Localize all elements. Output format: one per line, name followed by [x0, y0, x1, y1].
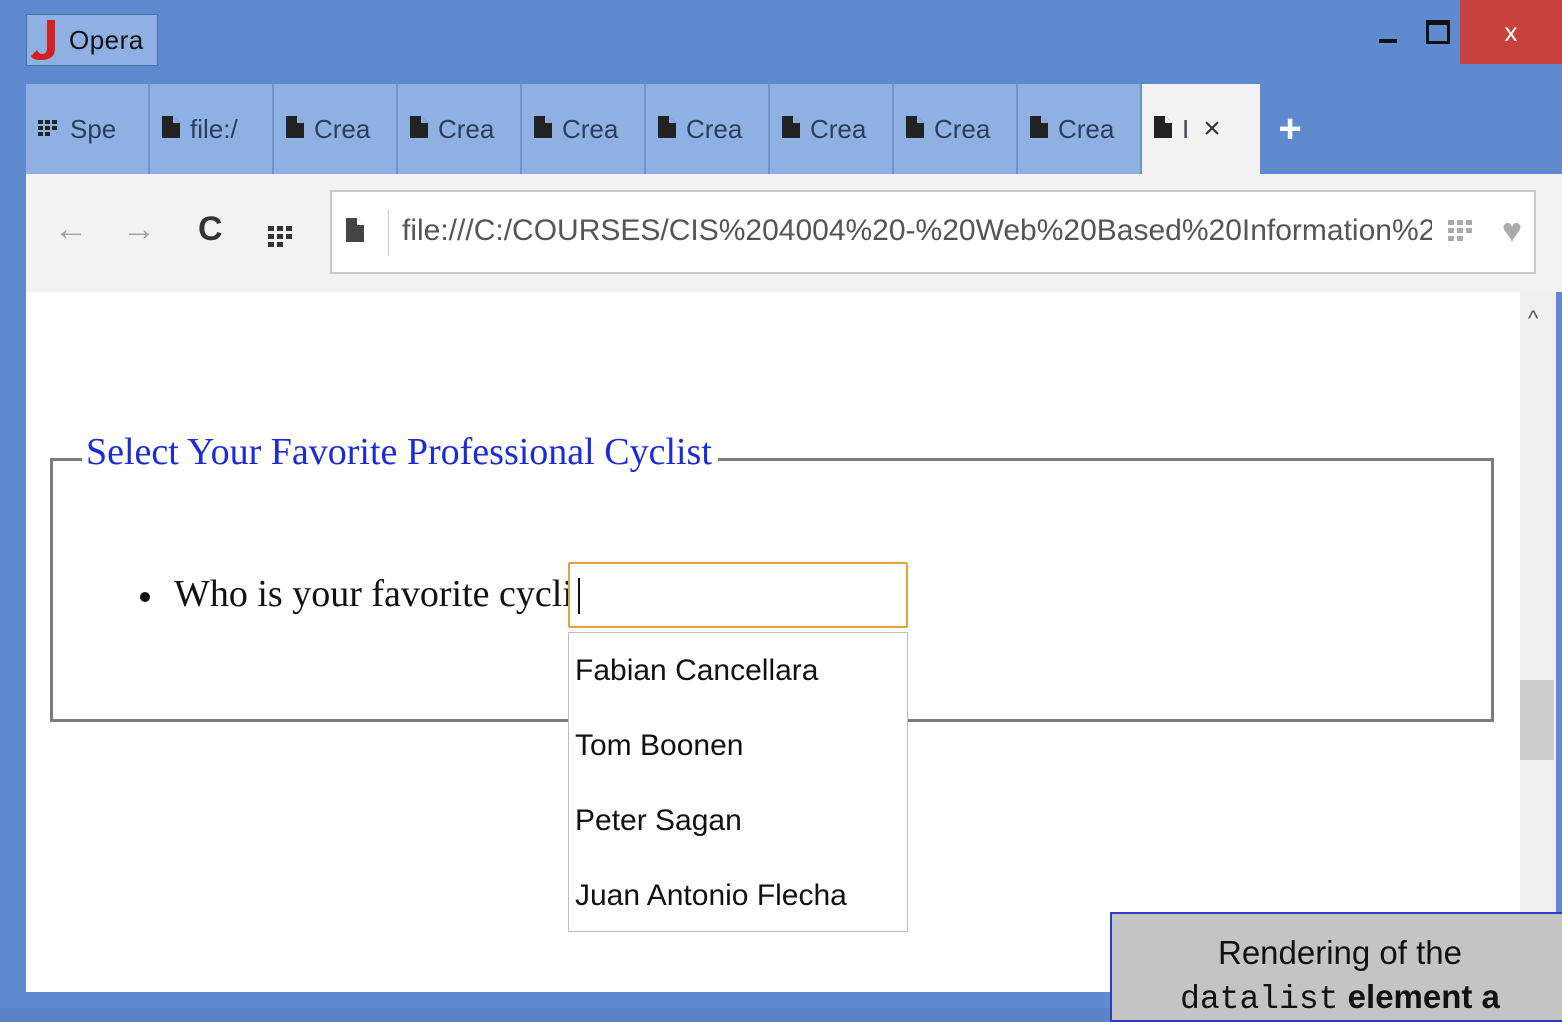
tab-label: Spe [70, 113, 117, 144]
tab-speed-dial[interactable]: Spe [26, 84, 150, 174]
maximize-icon [1426, 20, 1450, 44]
document-icon [1154, 114, 1172, 145]
tab-create-2[interactable]: Crea [398, 84, 522, 174]
caption-line-2-rest: element a [1338, 978, 1500, 1015]
tab-label: Crea [438, 113, 495, 144]
tab-label: Crea [810, 113, 867, 144]
datalist-option[interactable]: Tom Boonen [569, 708, 907, 783]
forward-arrow-icon[interactable]: → [122, 210, 156, 249]
address-separator [388, 210, 389, 256]
document-icon [534, 114, 552, 145]
tab-label: file:/ [190, 113, 238, 144]
document-icon [782, 114, 800, 145]
opera-logo-icon [29, 18, 59, 62]
speed-dial-add-icon[interactable] [1448, 220, 1474, 247]
tab-label: Crea [934, 113, 991, 144]
slide-caption: Rendering of the datalist element a [1110, 912, 1562, 1022]
question-label: Who is your favorite cyclist? [174, 573, 616, 615]
list-bullet [140, 592, 150, 602]
datalist-option[interactable]: Peter Sagan [569, 783, 907, 858]
new-tab-button[interactable]: + [1260, 84, 1320, 174]
tab-label: Crea [314, 113, 371, 144]
caption-line-1: Rendering of the [1217, 934, 1462, 971]
tab-label: Crea [562, 113, 619, 144]
speed-dial-icon[interactable] [268, 218, 294, 257]
document-icon [286, 114, 304, 145]
fieldset-legend: Select Your Favorite Professional Cyclis… [82, 430, 718, 474]
minimize-icon [1379, 39, 1397, 43]
reload-icon[interactable]: C [198, 210, 223, 249]
page-content: Select Your Favorite Professional Cyclis… [26, 292, 1520, 992]
document-icon [1030, 114, 1048, 145]
tab-label: Crea [686, 113, 743, 144]
speed-dial-icon [38, 114, 60, 145]
tab-create-1[interactable]: Crea [274, 84, 398, 174]
opera-menu-label: Opera [69, 24, 144, 55]
tab-file[interactable]: file:/ [150, 84, 274, 174]
caption-line-2: datalist element a [1112, 978, 1562, 1018]
tab-create-6[interactable]: Crea [894, 84, 1018, 174]
tab-create-4[interactable]: Crea [646, 84, 770, 174]
datalist-option[interactable]: Juan Antonio Flecha [569, 858, 907, 933]
caption-code: datalist [1180, 981, 1339, 1018]
document-icon [658, 114, 676, 145]
opera-menu-button[interactable]: Opera [26, 14, 158, 66]
close-tab-icon[interactable]: × [1203, 112, 1221, 146]
navigation-toolbar: ← → C file:///C:/COURSES/CIS%204004%20-%… [26, 174, 1562, 292]
document-icon [162, 114, 180, 145]
document-icon [906, 114, 924, 145]
tab-label: I [1182, 113, 1190, 144]
close-window-button[interactable]: x [1460, 0, 1562, 64]
tab-strip: Spe file:/ Crea Crea Crea Crea Crea Crea… [26, 84, 1320, 174]
url-text[interactable]: file:///C:/COURSES/CIS%204004%20-%20Web%… [402, 214, 1432, 248]
minimize-button[interactable] [1368, 0, 1408, 64]
address-bar[interactable]: file:///C:/COURSES/CIS%204004%20-%20Web%… [330, 190, 1536, 274]
datalist-dropdown: Fabian Cancellara Tom Boonen Peter Sagan… [568, 632, 908, 932]
maximize-button[interactable] [1416, 0, 1460, 64]
close-icon: x [1504, 16, 1518, 47]
document-icon [410, 114, 428, 145]
bookmark-heart-icon[interactable]: ♥ [1502, 212, 1522, 251]
cyclist-input[interactable] [568, 562, 908, 628]
tab-create-3[interactable]: Crea [522, 84, 646, 174]
page-info-icon[interactable] [346, 218, 364, 247]
datalist-option[interactable]: Fabian Cancellara [569, 633, 907, 708]
tab-create-7[interactable]: Crea [1018, 84, 1142, 174]
scroll-thumb[interactable] [1520, 680, 1554, 760]
vertical-scrollbar[interactable]: ^ [1520, 292, 1556, 992]
tab-create-5[interactable]: Crea [770, 84, 894, 174]
back-arrow-icon[interactable]: ← [54, 210, 88, 249]
tab-active[interactable]: I × [1142, 84, 1260, 174]
tab-label: Crea [1058, 113, 1115, 144]
text-caret [578, 578, 580, 614]
scroll-up-icon[interactable]: ^ [1528, 306, 1538, 332]
